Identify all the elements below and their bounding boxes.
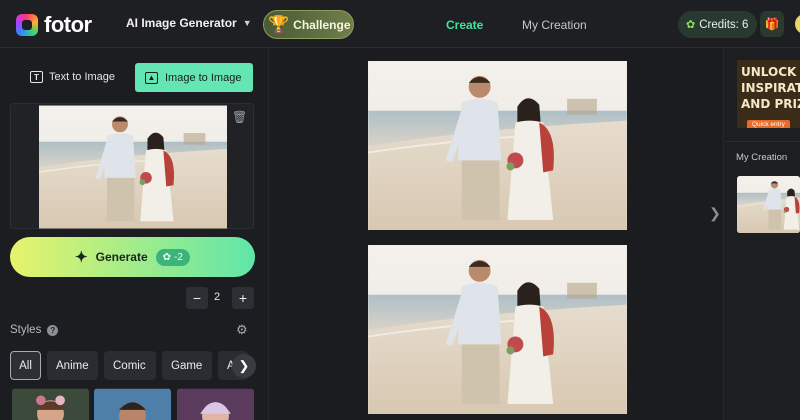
banner-line: INSPIRATI <box>741 81 800 95</box>
nav-my-creation[interactable]: My Creation <box>522 18 587 32</box>
credits-badge[interactable]: ✿ Credits: 6 <box>678 11 757 38</box>
chevron-right-icon[interactable]: ❯ <box>707 193 723 233</box>
style-chip-anime[interactable]: Anime <box>47 351 98 380</box>
uploaded-image <box>39 104 227 230</box>
gear-icon[interactable]: ⚙ <box>236 322 248 338</box>
trophy-icon: 🏆 <box>268 14 290 34</box>
banner-line: AND PRIZ <box>741 97 800 111</box>
style-thumbnail[interactable] <box>94 388 171 420</box>
quantity-increase-button[interactable]: + <box>232 287 254 309</box>
image-icon: ▲ <box>145 71 158 84</box>
quantity-decrease-button[interactable]: − <box>186 287 208 309</box>
logo-text: fotor <box>44 12 92 37</box>
banner-quick-entry-button[interactable]: Quick entry <box>747 120 790 128</box>
style-thumbnail[interactable] <box>177 388 254 420</box>
styles-label: Styles <box>10 324 42 336</box>
avatar[interactable] <box>795 14 800 34</box>
chevron-down-icon: ▼ <box>242 18 252 28</box>
left-panel: T Text to Image ▲ Image to Image 🗑 ✦ Gen… <box>0 48 268 420</box>
ai-image-generator-label: AI Image Generator <box>126 16 237 30</box>
style-chip-comic[interactable]: Comic <box>104 351 156 380</box>
credit-cost-badge: ✿ -2 <box>155 248 190 266</box>
generate-label: Generate <box>95 250 148 264</box>
style-chip-all[interactable]: All <box>10 351 41 380</box>
my-creation-thumbnail[interactable] <box>737 176 800 233</box>
text-to-image-label: Text to Image <box>49 71 116 83</box>
quantity-value: 2 <box>214 291 221 303</box>
style-chip-game[interactable]: Game <box>162 351 212 380</box>
fotor-logo-icon <box>16 14 38 36</box>
results-area <box>268 48 724 420</box>
promo-banner[interactable]: UNLOCK C INSPIRATI AND PRIZ Quick entry <box>737 60 800 128</box>
result-image-2[interactable] <box>368 245 627 414</box>
leaf-icon: ✿ <box>686 19 696 31</box>
help-icon[interactable]: ? <box>47 324 59 336</box>
result-image-1[interactable] <box>368 61 627 230</box>
fotor-logo[interactable]: fotor <box>16 12 92 38</box>
credits-label: Credits: 6 <box>699 18 749 31</box>
image-to-image-label: Image to Image <box>165 71 242 84</box>
image-to-image-tab[interactable]: ▲ Image to Image <box>135 63 253 92</box>
text-icon: T <box>30 71 43 83</box>
credit-cost: -2 <box>174 251 183 263</box>
right-panel: UNLOCK C INSPIRATI AND PRIZ Quick entry … <box>725 48 800 420</box>
challenge-button[interactable]: 🏆 Challenge <box>263 10 354 39</box>
styles-heading: Styles ? <box>10 324 59 336</box>
style-thumbnail[interactable] <box>12 388 89 420</box>
generate-button[interactable]: ✦ Generate ✿ -2 <box>10 237 255 277</box>
trash-icon[interactable]: 🗑 <box>232 110 247 124</box>
nav-create[interactable]: Create <box>446 18 483 32</box>
leaf-icon: ✿ <box>162 251 172 263</box>
uploaded-image-area[interactable] <box>10 103 254 230</box>
gift-icon[interactable]: 🎁 <box>760 11 784 37</box>
my-creation-heading: My Creation <box>736 152 788 163</box>
chevron-right-icon[interactable]: ❯ <box>232 354 256 378</box>
banner-line: UNLOCK C <box>741 65 800 79</box>
ai-image-generator-menu[interactable]: AI Image Generator ▼ <box>126 16 252 30</box>
magic-wand-icon: ✦ <box>75 249 88 266</box>
divider <box>725 141 800 142</box>
top-bar: fotor AI Image Generator ▼ 🏆 Challenge C… <box>0 0 800 48</box>
text-to-image-tab[interactable]: T Text to Image <box>22 64 128 90</box>
challenge-label: Challenge <box>293 17 351 32</box>
